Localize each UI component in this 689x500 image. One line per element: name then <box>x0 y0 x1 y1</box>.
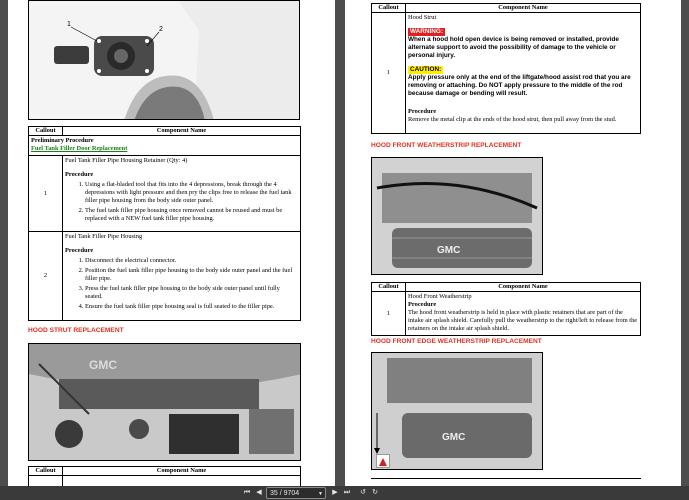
caution-label: CAUTION: <box>408 66 444 74</box>
table-header-row: Callout Component Name <box>371 282 641 292</box>
procedure-text: The hood front weatherstrip is held in p… <box>408 309 638 332</box>
procedure-label: Procedure <box>65 171 94 178</box>
component-name-header: Component Name <box>405 3 641 13</box>
weatherstrip-engine-illustration: GMC <box>372 158 542 274</box>
callout-number: 2 <box>28 231 63 321</box>
procedure-step: Disconnect the electrical connector. <box>85 257 298 265</box>
callout-1-marker-icon <box>376 454 390 468</box>
weatherstrip-callout-table: Callout Component Name 1 Hood Front Weat… <box>371 282 641 336</box>
page-number-field[interactable]: 35 / 9704 ▼ <box>266 487 326 499</box>
fuel-tank-filler-door-link[interactable]: Fuel Tank Filler Door Replacement <box>31 145 127 152</box>
procedure-step: Position the fuel tank filler pipe housi… <box>85 267 298 283</box>
procedure-step: The fuel tank filler pipe housing once r… <box>85 207 298 223</box>
procedure-label: Procedure <box>65 247 94 254</box>
warning-text: When a hood hold open device is being re… <box>408 36 619 59</box>
fuel-filler-housing-photo: 1 2 <box>28 0 300 120</box>
next-page-icon[interactable]: ▶ <box>330 487 340 499</box>
component-name-header: Component Name <box>62 466 301 476</box>
hood-front-edge-weatherstrip-photo: GMC <box>371 352 543 470</box>
svg-text:1: 1 <box>67 21 71 28</box>
table-header-row: Callout Component Name <box>28 466 301 476</box>
svg-text:GMC: GMC <box>89 358 117 372</box>
undo-icon[interactable]: ↺ <box>358 487 368 499</box>
table-row: 2 Fuel Tank Filler Pipe Housing Procedur… <box>28 231 301 321</box>
procedure-label: Procedure <box>408 301 437 308</box>
table-row: 1 Hood Strut WARNING: When a hood hold o… <box>371 12 641 134</box>
first-page-icon[interactable]: ⏮ <box>242 487 252 499</box>
hood-strut-engine-illustration: GMC <box>29 344 300 460</box>
next-table-stub <box>371 478 641 486</box>
component-name: Hood Front Weatherstrip <box>408 293 472 300</box>
page-dropdown-icon[interactable]: ▼ <box>318 488 323 500</box>
hood-front-edge-weatherstrip-heading: HOOD FRONT EDGE WEATHERSTRIP REPLACEMENT <box>371 338 542 345</box>
procedure-text: Remove the metal clip at the ends of the… <box>408 116 617 123</box>
table-header-row: Callout Component Name <box>371 3 641 13</box>
callout-number: 1 <box>28 155 63 232</box>
table-row: 1 Fuel Tank Filler Pipe Housing Retainer… <box>28 155 301 232</box>
procedure-step: Using a flat-bladed tool that fits into … <box>85 181 298 205</box>
callout-header: Callout <box>28 126 63 136</box>
hood-strut-callout-table: Callout Component Name 1 Hood Strut WARN… <box>371 3 641 134</box>
component-name: Fuel Tank Filler Pipe Housing Retainer (… <box>65 157 188 164</box>
callout-header: Callout <box>371 3 406 13</box>
hood-strut-callout-table-header: Callout Component Name <box>28 466 301 486</box>
last-page-icon[interactable]: ⏭ <box>342 487 352 499</box>
callout-number: 1 <box>371 291 406 336</box>
table-row <box>28 475 301 486</box>
callout-header: Callout <box>28 466 63 476</box>
prev-page-icon[interactable]: ◀ <box>254 487 264 499</box>
procedure-steps: Disconnect the electrical connector. Pos… <box>77 257 298 311</box>
edge-weatherstrip-engine-illustration: GMC <box>372 353 542 469</box>
table-row: 1 Hood Front Weatherstrip Procedure The … <box>371 291 641 336</box>
hood-front-weatherstrip-photo: GMC <box>371 157 543 275</box>
svg-text:GMC: GMC <box>442 432 465 443</box>
page-display: 35 / 9704 <box>270 490 300 497</box>
fuel-filler-callout-table: Callout Component Name Preliminary Proce… <box>28 126 301 321</box>
pdf-viewer-toolbar: ⏮ ◀ 35 / 9704 ▼ ▶ ⏭ ↺ ↻ <box>0 486 689 500</box>
warning-label: WARNING: <box>408 28 446 36</box>
caution-text: Apply pressure only at the end of the li… <box>408 74 631 97</box>
callout-header: Callout <box>371 282 406 292</box>
document-page-right: Callout Component Name 1 Hood Strut WARN… <box>345 0 681 486</box>
document-page-left: 1 2 Callout Component Name Preliminary P… <box>8 0 335 486</box>
procedure-label: Procedure <box>408 108 437 115</box>
component-name-header: Component Name <box>405 282 641 292</box>
hood-strut-section-heading: HOOD STRUT REPLACEMENT <box>28 327 124 334</box>
component-name: Hood Strut <box>408 14 437 21</box>
procedure-steps: Using a flat-bladed tool that fits into … <box>77 181 298 223</box>
table-header-row: Callout Component Name <box>28 126 301 136</box>
svg-text:GMC: GMC <box>437 245 460 256</box>
component-name-header: Component Name <box>62 126 301 136</box>
preliminary-row: Preliminary Procedure Fuel Tank Filler D… <box>28 135 301 156</box>
redo-icon[interactable]: ↻ <box>370 487 380 499</box>
hood-strut-photo: GMC <box>28 343 301 461</box>
preliminary-procedure-label: Preliminary Procedure <box>31 137 94 144</box>
procedure-step: Ensure the fuel tank filler pipe housing… <box>85 303 298 311</box>
component-name: Fuel Tank Filler Pipe Housing <box>65 233 143 240</box>
fuel-filler-housing-illustration: 1 2 <box>29 1 299 119</box>
procedure-step: Press the fuel tank filler pipe housing … <box>85 285 298 301</box>
hood-front-weatherstrip-heading: HOOD FRONT WEATHERSTRIP REPLACEMENT <box>371 142 522 149</box>
svg-text:2: 2 <box>159 26 163 33</box>
callout-number: 1 <box>371 12 406 134</box>
